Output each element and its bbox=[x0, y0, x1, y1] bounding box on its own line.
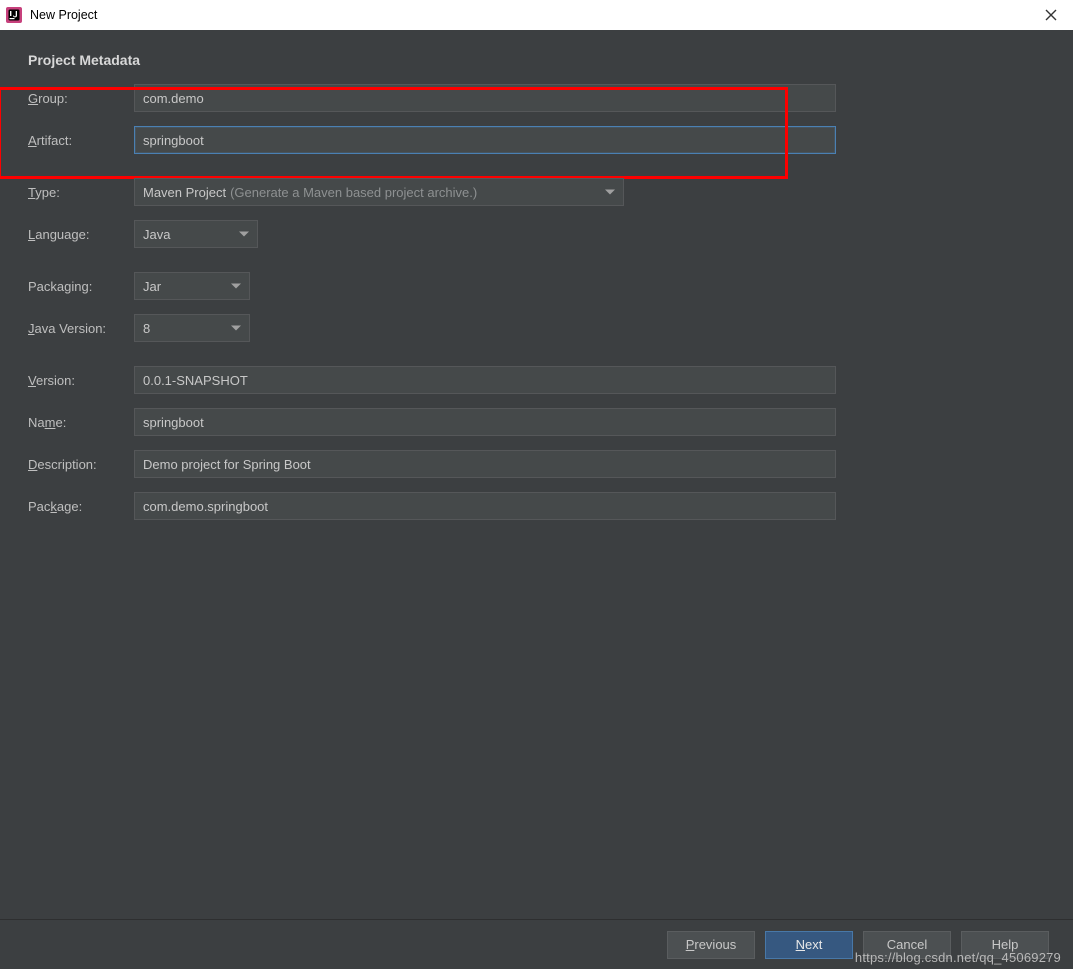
label-language: Language: bbox=[28, 227, 134, 242]
chevron-down-icon bbox=[231, 326, 241, 331]
dialog-footer: Previous Next Cancel Help bbox=[0, 919, 1073, 969]
row-name: Name: bbox=[28, 408, 1045, 436]
row-artifact: Artifact: bbox=[28, 126, 1045, 154]
version-input[interactable] bbox=[134, 366, 836, 394]
label-name: Name: bbox=[28, 415, 134, 430]
description-input[interactable] bbox=[134, 450, 836, 478]
type-value: Maven Project bbox=[143, 185, 226, 200]
group-input[interactable] bbox=[134, 84, 836, 112]
row-type: Type: Maven Project (Generate a Maven ba… bbox=[28, 178, 1045, 206]
row-javaversion: Java Version: 8 bbox=[28, 314, 1045, 342]
row-package: Package: bbox=[28, 492, 1045, 520]
label-packaging: Packaging: bbox=[28, 279, 134, 294]
section-title: Project Metadata bbox=[28, 52, 1045, 68]
row-description: Description: bbox=[28, 450, 1045, 478]
type-hint: (Generate a Maven based project archive.… bbox=[230, 185, 477, 200]
label-javaversion: Java Version: bbox=[28, 321, 134, 336]
packaging-select[interactable]: Jar bbox=[134, 272, 250, 300]
label-group: Group: bbox=[28, 91, 134, 106]
package-input[interactable] bbox=[134, 492, 836, 520]
label-package: Package: bbox=[28, 499, 134, 514]
label-version: Version: bbox=[28, 373, 134, 388]
row-packaging: Packaging: Jar bbox=[28, 272, 1045, 300]
close-button[interactable] bbox=[1035, 3, 1067, 27]
chevron-down-icon bbox=[605, 190, 615, 195]
language-value: Java bbox=[143, 227, 170, 242]
row-group: Group: bbox=[28, 84, 1045, 112]
label-type: Type: bbox=[28, 185, 134, 200]
label-artifact: Artifact: bbox=[28, 133, 134, 148]
dialog-body: Project Metadata Group: Artifact: Type: … bbox=[0, 30, 1073, 919]
next-button[interactable]: Next bbox=[765, 931, 853, 959]
language-select[interactable]: Java bbox=[134, 220, 258, 248]
packaging-value: Jar bbox=[143, 279, 161, 294]
window-title: New Project bbox=[30, 8, 97, 22]
titlebar: New Project bbox=[0, 0, 1073, 30]
chevron-down-icon bbox=[239, 232, 249, 237]
app-icon bbox=[4, 5, 24, 25]
label-description: Description: bbox=[28, 457, 134, 472]
artifact-input[interactable] bbox=[134, 126, 836, 154]
new-project-dialog: New Project Project Metadata Group: Arti… bbox=[0, 0, 1073, 969]
javaversion-select[interactable]: 8 bbox=[134, 314, 250, 342]
row-version: Version: bbox=[28, 366, 1045, 394]
chevron-down-icon bbox=[231, 284, 241, 289]
help-button[interactable]: Help bbox=[961, 931, 1049, 959]
previous-button[interactable]: Previous bbox=[667, 931, 755, 959]
row-language: Language: Java bbox=[28, 220, 1045, 248]
javaversion-value: 8 bbox=[143, 321, 150, 336]
type-select[interactable]: Maven Project (Generate a Maven based pr… bbox=[134, 178, 624, 206]
cancel-button[interactable]: Cancel bbox=[863, 931, 951, 959]
name-input[interactable] bbox=[134, 408, 836, 436]
